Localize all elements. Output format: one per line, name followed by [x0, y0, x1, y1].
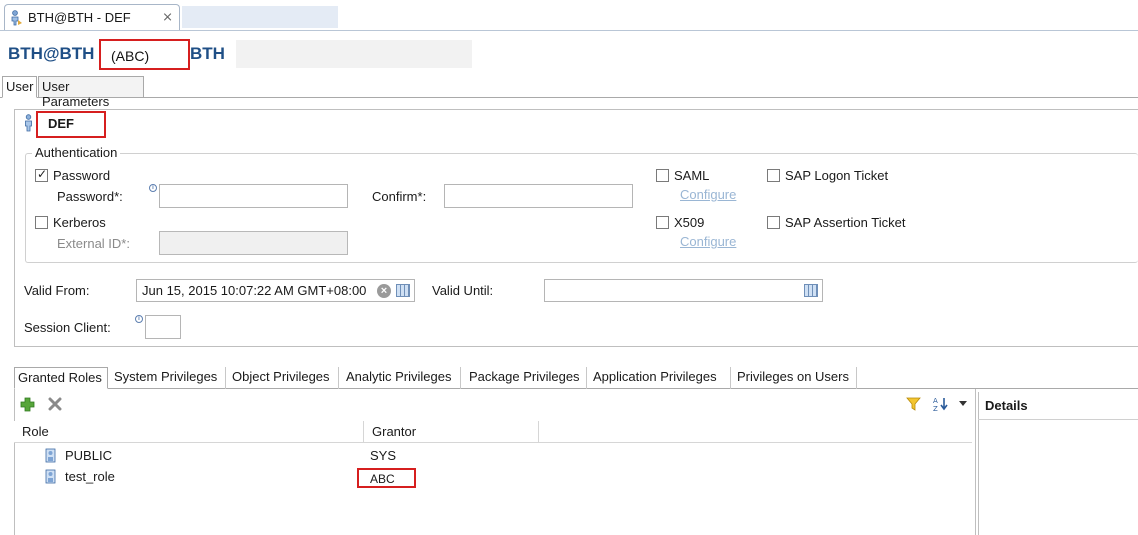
- role-icon: [45, 469, 56, 484]
- password-label: Password: [53, 168, 111, 183]
- sap-logon-ticket-checkbox[interactable]: [767, 169, 780, 182]
- x509-checkbox[interactable]: [656, 216, 669, 229]
- inner-tabs-divider: [0, 97, 1138, 98]
- authentication-title: Authentication: [32, 145, 121, 160]
- header-system-name: BTH@BTH: [8, 44, 95, 63]
- info-icon: i: [135, 315, 143, 323]
- header-highlight-text: (ABC): [111, 48, 150, 64]
- tab-user-parameters-label: User Parameters: [42, 79, 110, 109]
- valid-until-label: Valid Until:: [432, 283, 494, 298]
- role-name: test_role: [65, 469, 115, 484]
- calendar-icon[interactable]: [804, 284, 818, 297]
- valid-from-value: Jun 15, 2015 10:07:22 AM GMT+08:00: [142, 283, 367, 298]
- sap-logon-ticket-label: SAP Logon Ticket: [785, 168, 889, 183]
- calendar-icon[interactable]: [396, 284, 410, 297]
- x509-label: X509: [674, 215, 705, 230]
- password-field-label: Password*:: [57, 189, 123, 204]
- column-header-role[interactable]: Role: [14, 421, 364, 443]
- table-row[interactable]: test_role ABC: [15, 468, 971, 488]
- column-header-grantor[interactable]: Grantor: [364, 421, 539, 443]
- editor-tab[interactable]: BTH@BTH - DEF ⨯: [4, 4, 180, 30]
- tab-user-parameters[interactable]: User Parameters: [38, 76, 144, 109]
- saml-configure-link[interactable]: Configure: [680, 187, 736, 202]
- delete-icon[interactable]: [48, 397, 62, 411]
- password-checkbox[interactable]: [35, 167, 48, 182]
- role-name: PUBLIC: [65, 448, 112, 463]
- column-header-filler: [539, 421, 972, 443]
- tab-granted-roles[interactable]: Granted Roles: [14, 367, 108, 389]
- header-fill: [236, 40, 472, 68]
- external-id-label: External ID*:: [57, 236, 130, 251]
- saml-checkbox[interactable]: [656, 169, 669, 182]
- kerberos-checkbox[interactable]: [35, 216, 48, 229]
- info-icon: i: [149, 184, 157, 192]
- session-client-input[interactable]: [145, 315, 181, 339]
- password-input[interactable]: [159, 184, 348, 208]
- tab-strip-divider: [0, 30, 1138, 31]
- user-name-highlight: DEF: [36, 111, 106, 138]
- tab-privileges-on-users[interactable]: Privileges on Users: [734, 367, 857, 389]
- editor-tab-title: BTH@BTH - DEF: [28, 10, 131, 25]
- dropdown-menu-icon[interactable]: [958, 400, 968, 408]
- filter-icon[interactable]: [906, 397, 921, 411]
- clear-icon[interactable]: ×: [377, 284, 391, 298]
- details-divider: [978, 419, 1138, 420]
- role-icon: [45, 448, 56, 463]
- grantor-name: SYS: [370, 448, 397, 463]
- user-editor-icon: [11, 9, 22, 25]
- confirm-label: Confirm*:: [372, 189, 427, 204]
- valid-until-input[interactable]: [544, 279, 823, 302]
- table-row[interactable]: PUBLIC SYS: [15, 447, 971, 467]
- grantor-highlight: ABC: [357, 468, 416, 488]
- plus-icon[interactable]: [20, 397, 35, 412]
- grantor-name: ABC: [370, 472, 395, 486]
- tab-analytic-privileges[interactable]: Analytic Privileges: [343, 367, 461, 389]
- details-panel: [978, 392, 1138, 535]
- details-title: Details: [985, 398, 1028, 413]
- tab-object-privileges[interactable]: Object Privileges: [229, 367, 339, 389]
- tab-application-privileges[interactable]: Application Privileges: [590, 367, 731, 389]
- valid-from-label: Valid From:: [24, 283, 90, 298]
- tab-system-privileges[interactable]: System Privileges: [111, 367, 226, 389]
- external-id-input[interactable]: [159, 231, 348, 255]
- header-system-suffix: BTH: [190, 44, 225, 63]
- editor-header: BTH@BTH (ABC) BTH: [0, 38, 1138, 70]
- editor-tab-strip: [182, 6, 338, 28]
- sap-assertion-ticket-label: SAP Assertion Ticket: [785, 215, 906, 230]
- confirm-input[interactable]: [444, 184, 633, 208]
- saml-label: SAML: [674, 168, 710, 183]
- user-name: DEF: [48, 116, 74, 131]
- tab-package-privileges[interactable]: Package Privileges: [466, 367, 587, 389]
- sap-assertion-ticket-checkbox[interactable]: [767, 216, 780, 229]
- highlight-box: (ABC): [99, 39, 190, 70]
- session-client-label: Session Client:: [24, 320, 111, 335]
- x509-configure-link[interactable]: Configure: [680, 234, 736, 249]
- svg-text:A: A: [933, 397, 938, 405]
- tab-user[interactable]: User: [2, 76, 37, 98]
- close-icon[interactable]: ⨯: [162, 9, 173, 25]
- user-icon: [25, 114, 32, 132]
- sort-icon[interactable]: A Z: [933, 396, 949, 412]
- valid-from-input[interactable]: Jun 15, 2015 10:07:22 AM GMT+08:00 ×: [136, 279, 415, 302]
- tab-user-label: User: [6, 79, 34, 94]
- kerberos-label: Kerberos: [53, 215, 106, 230]
- svg-text:Z: Z: [933, 405, 938, 412]
